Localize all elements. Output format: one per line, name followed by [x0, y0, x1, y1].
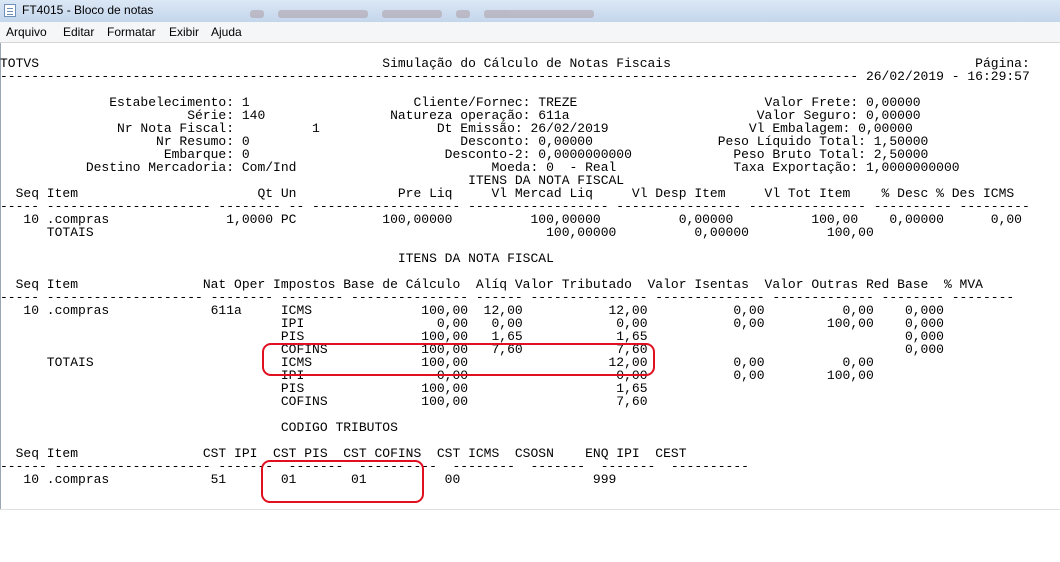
menu-bar: Arquivo Editar Formatar Exibir Ajuda — [0, 22, 1060, 43]
window-titlebar: FT4015 - Bloco de notas — [0, 0, 1060, 23]
menu-ajuda[interactable]: Ajuda — [211, 25, 242, 39]
notepad-icon — [4, 4, 16, 17]
report-line: 10 .compras 51 01 01 00 999 — [0, 472, 617, 487]
cst-pis-cofins-highlight — [261, 460, 424, 503]
menu-formatar[interactable]: Formatar — [107, 25, 156, 39]
window-title: FT4015 - Bloco de notas — [22, 3, 154, 17]
report-line: ----------------------------------------… — [0, 69, 1030, 84]
report-line: COFINS 100,00 7,60 — [0, 394, 648, 409]
report-text: TOTVS Simulação do Cálculo de Notas Fisc… — [0, 57, 1060, 486]
pis-cofins-highlight — [262, 343, 655, 376]
report-line: TOTAIS 100,00000 0,00000 100,00 — [0, 225, 874, 240]
report-line: ITENS DA NOTA FISCAL — [0, 251, 554, 266]
menu-editar[interactable]: Editar — [63, 25, 94, 39]
report-line: CODIGO TRIBUTOS — [0, 420, 398, 435]
menu-arquivo[interactable]: Arquivo — [6, 25, 47, 39]
background-taskbar-tabs — [250, 5, 670, 18]
menu-exibir[interactable]: Exibir — [169, 25, 199, 39]
